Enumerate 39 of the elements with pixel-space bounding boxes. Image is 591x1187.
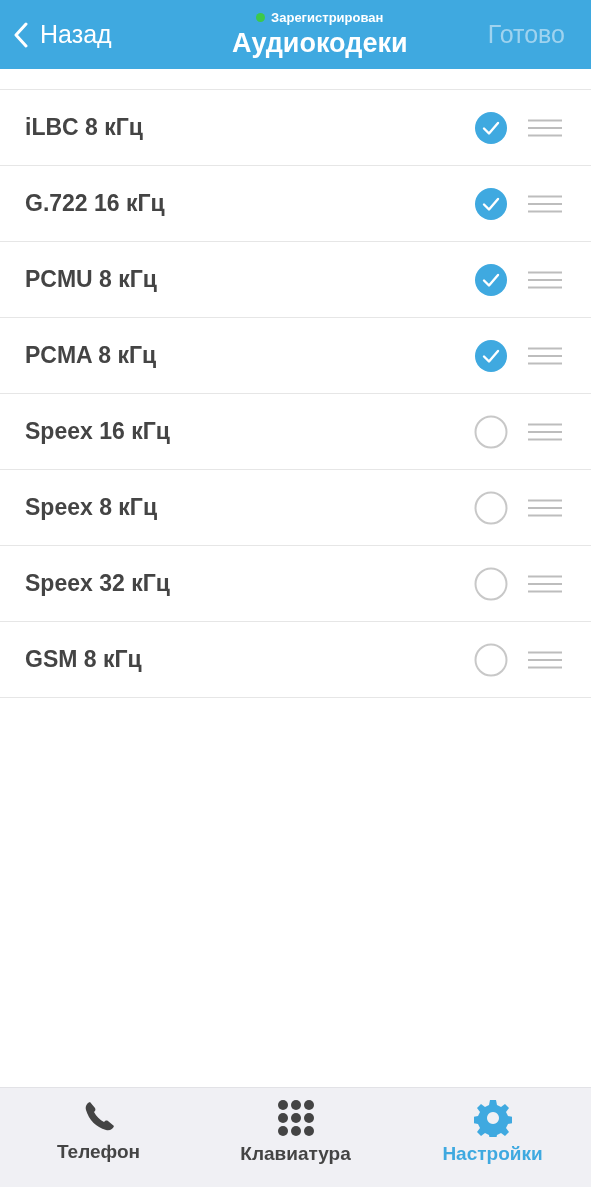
- codec-name: Speex 8 кГц: [25, 494, 159, 521]
- drag-handle-icon[interactable]: [528, 498, 562, 517]
- codec-row[interactable]: Speex 16 кГц: [0, 393, 591, 469]
- checkbox-checked-icon[interactable]: [474, 110, 508, 145]
- drag-handle-icon[interactable]: [528, 346, 562, 365]
- chevron-left-icon: [14, 21, 28, 48]
- checkbox-checked-icon[interactable]: [474, 338, 508, 373]
- codec-row[interactable]: PCMU 8 кГц: [0, 241, 591, 317]
- codec-row[interactable]: GSM 8 кГц: [0, 621, 591, 698]
- codec-name: G.722 16 кГц: [25, 190, 166, 217]
- codec-row[interactable]: iLBC 8 кГц: [0, 89, 591, 165]
- codec-name: PCMA 8 кГц: [25, 342, 158, 369]
- drag-handle-icon[interactable]: [528, 422, 562, 441]
- checkbox-empty-icon[interactable]: [474, 642, 508, 677]
- registration-status: Зарегистрирован: [271, 10, 384, 25]
- codec-name: Speex 16 кГц: [25, 418, 171, 445]
- drag-handle-icon[interactable]: [528, 270, 562, 289]
- keypad-icon: [276, 1099, 315, 1137]
- checkbox-empty-icon[interactable]: [474, 490, 508, 525]
- keypad-tab[interactable]: Клавиатура: [197, 1088, 394, 1187]
- checkbox-empty-icon[interactable]: [474, 566, 508, 601]
- drag-handle-icon[interactable]: [528, 574, 562, 593]
- checkbox-checked-icon[interactable]: [474, 186, 508, 221]
- drag-handle-icon[interactable]: [528, 118, 562, 137]
- settings-icon: [473, 1099, 512, 1137]
- codec-row[interactable]: Speex 32 кГц: [0, 545, 591, 621]
- codec-row[interactable]: G.722 16 кГц: [0, 165, 591, 241]
- drag-handle-icon[interactable]: [528, 650, 562, 669]
- codec-row[interactable]: Speex 8 кГц: [0, 469, 591, 545]
- codec-name: Speex 32 кГц: [25, 570, 171, 597]
- screen-title: Аудиокодеки: [231, 28, 408, 59]
- codec-name: PCMU 8 кГц: [25, 266, 158, 293]
- codec-row[interactable]: PCMA 8 кГц: [0, 317, 591, 393]
- phone-tab[interactable]: Телефон: [0, 1088, 197, 1187]
- drag-handle-icon[interactable]: [528, 194, 562, 213]
- checkbox-empty-icon[interactable]: [474, 414, 508, 449]
- codec-name: GSM 8 кГц: [25, 646, 143, 673]
- codec-name: iLBC 8 кГц: [25, 114, 144, 141]
- checkbox-checked-icon[interactable]: [474, 262, 508, 297]
